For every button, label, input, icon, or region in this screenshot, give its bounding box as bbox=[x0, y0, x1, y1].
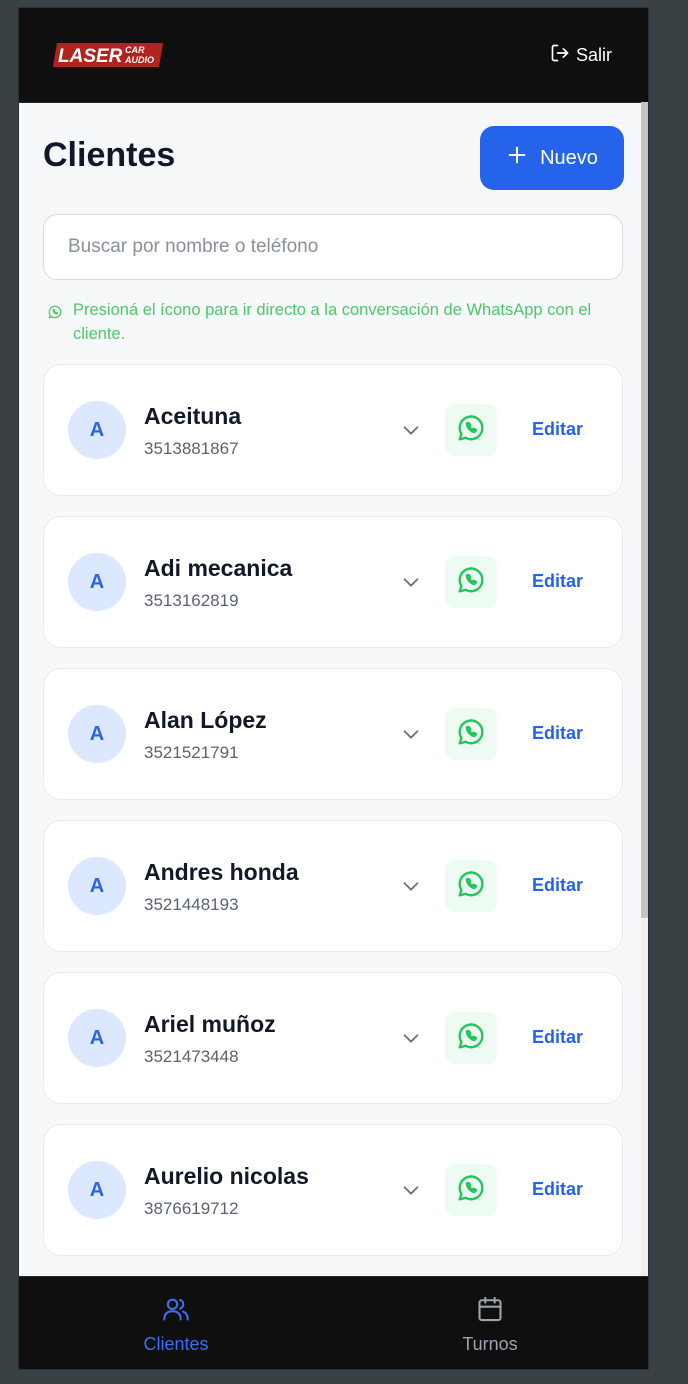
edit-button[interactable]: Editar bbox=[532, 571, 583, 592]
whatsapp-hint: Presioná el ícono para ir directo a la c… bbox=[47, 298, 619, 346]
plus-icon bbox=[506, 144, 528, 172]
client-phone: 3521473448 bbox=[144, 1047, 239, 1066]
chevron-down-icon[interactable] bbox=[400, 1027, 422, 1049]
whatsapp-icon bbox=[455, 412, 487, 449]
edit-button[interactable]: Editar bbox=[532, 1179, 583, 1200]
scrollbar-thumb[interactable] bbox=[641, 102, 648, 918]
client-phone: 3876619712 bbox=[144, 1199, 239, 1218]
client-phone: 3513162819 bbox=[144, 591, 239, 610]
users-icon bbox=[162, 1295, 190, 1328]
client-name: Ariel muñoz bbox=[144, 1011, 276, 1037]
client-phone: 3521521791 bbox=[144, 743, 239, 762]
hint-text: Presioná el ícono para ir directo a la c… bbox=[73, 301, 592, 343]
client-name: Aceituna bbox=[144, 403, 242, 429]
avatar: A bbox=[68, 705, 126, 763]
logout-label: Salir bbox=[575, 44, 612, 65]
chevron-down-icon[interactable] bbox=[400, 571, 422, 593]
logout-icon bbox=[550, 43, 570, 68]
bottom-nav: Clientes Turnos bbox=[19, 1276, 648, 1369]
new-client-label: Nuevo bbox=[540, 146, 598, 169]
client-card: A Alan López 3521521791 Editar bbox=[43, 668, 623, 800]
avatar: A bbox=[68, 401, 126, 459]
client-name: Andres honda bbox=[144, 859, 299, 885]
app-frame: LASER CAR AUDIO Salir Clientes Nuevo Bus… bbox=[19, 8, 648, 1369]
logo-main-text: LASER bbox=[58, 46, 123, 67]
nav-label: Clientes bbox=[143, 1334, 209, 1354]
new-client-button[interactable]: Nuevo bbox=[480, 126, 624, 190]
client-card: A Ariel muñoz 3521473448 Editar bbox=[43, 972, 623, 1104]
whatsapp-button[interactable] bbox=[445, 404, 497, 456]
edit-button[interactable]: Editar bbox=[532, 1027, 583, 1048]
whatsapp-button[interactable] bbox=[445, 1012, 497, 1064]
calendar-icon bbox=[476, 1295, 504, 1328]
logout-button[interactable]: Salir bbox=[550, 42, 612, 68]
whatsapp-icon bbox=[47, 303, 63, 346]
client-phone: 3521448193 bbox=[144, 895, 239, 914]
whatsapp-button[interactable] bbox=[445, 708, 497, 760]
nav-label: Turnos bbox=[462, 1334, 518, 1354]
client-card: A Andres honda 3521448193 Editar bbox=[43, 820, 623, 952]
client-name: Aurelio nicolas bbox=[144, 1163, 309, 1189]
avatar: A bbox=[68, 553, 126, 611]
laser-car-audio-logo[interactable]: LASER CAR AUDIO bbox=[53, 42, 163, 68]
chevron-down-icon[interactable] bbox=[400, 419, 422, 441]
client-name: Alan López bbox=[144, 707, 267, 733]
logo-sub-top-text: CAR bbox=[125, 45, 145, 55]
chevron-down-icon[interactable] bbox=[400, 1179, 422, 1201]
client-card: A Adi mecanica 3513162819 Editar bbox=[43, 516, 623, 648]
whatsapp-icon bbox=[455, 1020, 487, 1057]
whatsapp-button[interactable] bbox=[445, 1164, 497, 1216]
whatsapp-icon bbox=[455, 868, 487, 905]
client-phone: 3513881867 bbox=[144, 439, 239, 458]
search-input[interactable] bbox=[43, 214, 623, 280]
edit-button[interactable]: Editar bbox=[532, 419, 583, 440]
nav-item-turnos[interactable]: Turnos bbox=[430, 1295, 550, 1355]
edit-button[interactable]: Editar bbox=[532, 723, 583, 744]
chevron-down-icon[interactable] bbox=[400, 723, 422, 745]
edit-button[interactable]: Editar bbox=[532, 875, 583, 896]
whatsapp-icon bbox=[455, 564, 487, 601]
whatsapp-button[interactable] bbox=[445, 860, 497, 912]
whatsapp-icon bbox=[455, 716, 487, 753]
client-card: A Aceituna 3513881867 Editar bbox=[43, 364, 623, 496]
whatsapp-icon bbox=[455, 1172, 487, 1209]
avatar: A bbox=[68, 1161, 126, 1219]
logo-sub-bottom-text: AUDIO bbox=[124, 55, 154, 65]
whatsapp-button[interactable] bbox=[445, 556, 497, 608]
avatar: A bbox=[68, 857, 126, 915]
client-name: Adi mecanica bbox=[144, 555, 293, 581]
top-bar: LASER CAR AUDIO Salir bbox=[19, 8, 648, 103]
client-card: A Aurelio nicolas 3876619712 Editar bbox=[43, 1124, 623, 1256]
chevron-down-icon[interactable] bbox=[400, 875, 422, 897]
avatar: A bbox=[68, 1009, 126, 1067]
page-title: Clientes bbox=[43, 136, 176, 174]
nav-item-clientes[interactable]: Clientes bbox=[116, 1295, 236, 1355]
